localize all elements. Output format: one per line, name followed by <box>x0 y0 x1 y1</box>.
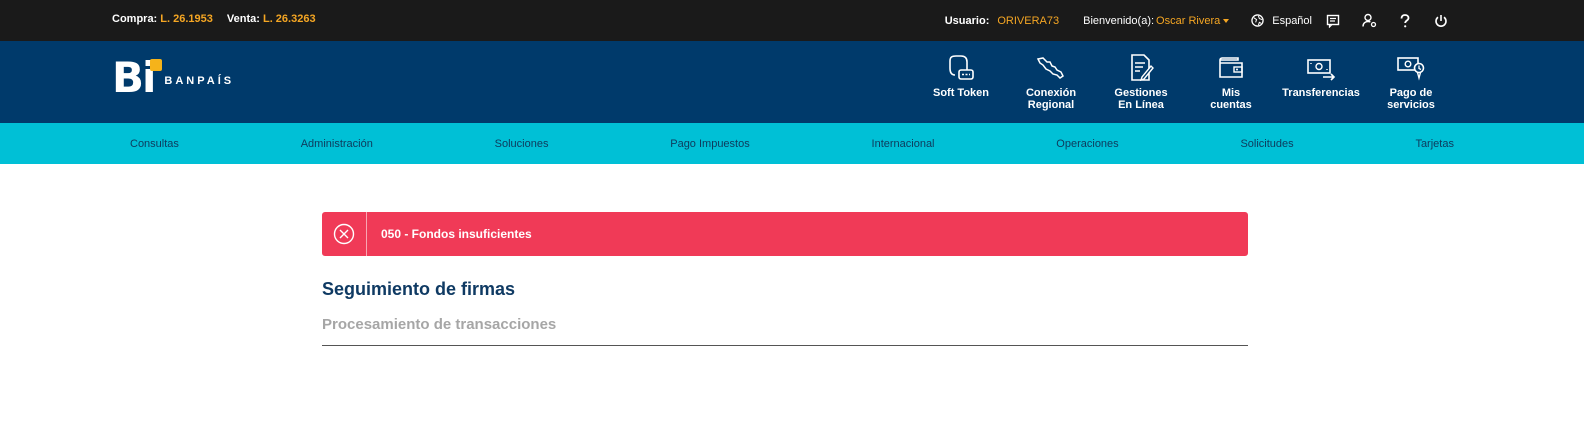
document-edit-icon <box>1131 54 1154 82</box>
quick-link-label: Soft Token <box>932 87 989 99</box>
logo-text: BANPAÍS <box>164 75 235 87</box>
quick-link-label: Transferencias <box>1282 87 1360 99</box>
alert-icon-wrapper[interactable] <box>322 212 367 256</box>
page-subtitle: Procesamiento de transacciones <box>322 316 557 333</box>
close-circle-icon <box>333 223 355 245</box>
divider <box>322 345 1248 346</box>
globe-icon <box>1251 14 1264 27</box>
logout-button[interactable] <box>1426 0 1456 41</box>
menu-item-tarjetas[interactable]: Tarjetas <box>1415 138 1454 150</box>
menu-item-pago-impuestos[interactable]: Pago Impuestos <box>670 138 750 150</box>
help-button[interactable] <box>1390 0 1420 41</box>
logo-mark: Bi <box>112 57 162 99</box>
quick-link-transferencias[interactable]: Transferencias <box>1276 51 1366 113</box>
user-settings-button[interactable] <box>1354 0 1384 41</box>
power-icon <box>1435 14 1447 27</box>
user-box: Usuario: ORIVERA73 Bienvenido(a): Oscar … <box>945 0 1456 41</box>
soft-token-icon <box>949 55 974 80</box>
wallet-icon <box>1219 57 1243 78</box>
banpais-logo[interactable]: Bi BANPAÍS <box>112 57 234 99</box>
quick-link-conexion-regional[interactable]: Conexión Regional <box>1006 51 1096 113</box>
welcome-label: Bienvenido(a): <box>1083 14 1155 27</box>
help-icon <box>1400 13 1410 27</box>
menu-item-operaciones[interactable]: Operaciones <box>1056 138 1118 150</box>
menu-item-soluciones[interactable]: Soluciones <box>495 138 549 150</box>
quick-links: Soft Token Conexión Regional Gestiones E… <box>916 51 1456 113</box>
quick-link-label: Conexión Regional <box>1025 87 1077 111</box>
menu-item-consultas[interactable]: Consultas <box>130 138 179 150</box>
usuario-label: Usuario: <box>944 14 990 27</box>
quick-link-pago-de-servicios[interactable]: Pago de servicios <box>1366 51 1456 113</box>
quick-link-label: Gestiones En Línea <box>1114 87 1168 111</box>
exchange-rates: Compra: L. 26.1953 Venta: L. 26.3263 <box>112 13 316 25</box>
alert-message: 050 - Fondos insuficientes <box>381 227 532 241</box>
user-settings-icon <box>1361 13 1376 28</box>
language-label: Español <box>1272 14 1312 27</box>
quick-link-mis-cuentas[interactable]: Mis cuentas <box>1186 51 1276 113</box>
menu-item-solicitudes[interactable]: Solicitudes <box>1240 138 1293 150</box>
menu-item-administracion[interactable]: Administración <box>301 138 373 150</box>
quick-link-gestiones-en-linea[interactable]: Gestiones En Línea <box>1096 51 1186 113</box>
logo-dot <box>150 59 162 71</box>
user-menu-dropdown[interactable]: Oscar Rivera <box>1156 15 1230 27</box>
messages-button[interactable] <box>1318 0 1348 41</box>
language-selector[interactable]: Español <box>1251 14 1312 27</box>
menu-item-internacional[interactable]: Internacional <box>872 138 935 150</box>
pay-services-icon <box>1397 57 1425 81</box>
compra-rate: Compra: L. 26.1953 <box>112 13 213 25</box>
quick-link-label: Mis cuentas <box>1210 87 1252 111</box>
quick-link-label: Pago de servicios <box>1387 87 1435 111</box>
regional-map-icon <box>1036 57 1064 79</box>
page-title: Seguimiento de firmas <box>322 279 516 299</box>
chevron-down-icon <box>1223 18 1230 23</box>
top-bar: Compra: L. 26.1953 Venta: L. 26.3263 Usu… <box>0 0 1584 41</box>
quick-link-soft-token[interactable]: Soft Token <box>916 51 1006 113</box>
usuario-value: ORIVERA73 <box>997 14 1060 27</box>
messages-icon <box>1326 14 1340 28</box>
main-menu: Consultas Administración Soluciones Pago… <box>0 123 1584 164</box>
transfer-money-icon <box>1307 59 1336 81</box>
venta-rate: Venta: L. 26.3263 <box>226 13 316 25</box>
main-header: Bi BANPAÍS Soft Token Conexión Regional … <box>0 41 1584 123</box>
error-alert: 050 - Fondos insuficientes <box>322 212 1248 256</box>
